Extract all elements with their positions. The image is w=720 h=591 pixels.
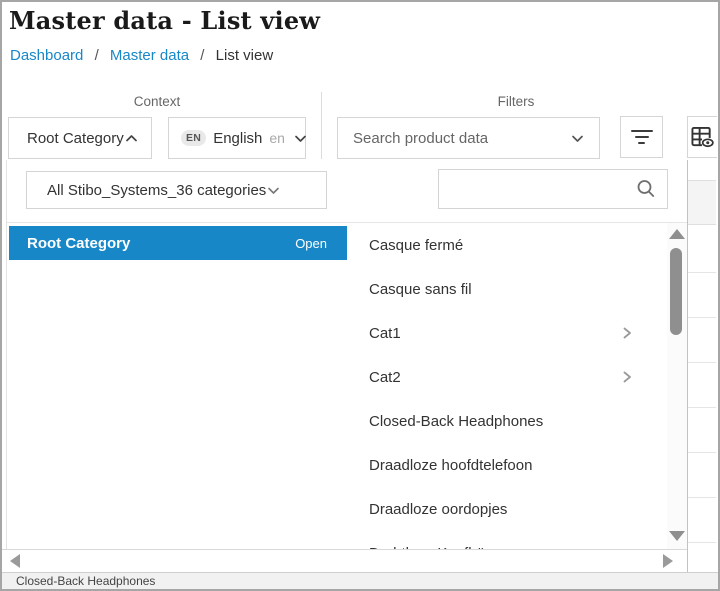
toolbar-divider bbox=[321, 92, 322, 159]
product-search-selector[interactable]: Search product data bbox=[337, 117, 600, 159]
category-search-box bbox=[438, 169, 668, 209]
vertical-scrollbar[interactable] bbox=[667, 223, 688, 549]
breadcrumb: Dashboard / Master data / List view bbox=[10, 47, 273, 64]
category-list-item[interactable]: Cat1 bbox=[348, 311, 668, 355]
category-item-label: Draadloze oordopjes bbox=[369, 501, 656, 518]
horizontal-scrollbar[interactable] bbox=[2, 549, 687, 572]
selected-category-label: Root Category bbox=[27, 235, 295, 252]
context-group-label: Context bbox=[8, 94, 306, 109]
breadcrumb-link-master-data[interactable]: Master data bbox=[110, 47, 189, 64]
column-visibility-button[interactable] bbox=[687, 116, 717, 158]
category-item-label: Draadloze hoofdtelefoon bbox=[369, 457, 656, 474]
category-list-item[interactable]: Casque sans fil bbox=[348, 267, 668, 311]
category-picker-panel: All Stibo_Systems_36 categories Root Cat… bbox=[6, 160, 687, 549]
category-list-item[interactable]: Draadloze hoofdtelefoon bbox=[348, 443, 668, 487]
category-item-label: Casque sans fil bbox=[369, 281, 656, 298]
column-visibility-icon bbox=[691, 126, 714, 149]
breadcrumb-current: List view bbox=[216, 47, 274, 64]
category-list-item[interactable]: Drahtlose Kopfhörer bbox=[348, 531, 668, 549]
scroll-right-button[interactable] bbox=[663, 554, 673, 568]
chevron-right-icon[interactable] bbox=[620, 370, 634, 384]
category-list-item[interactable]: Casque fermé bbox=[348, 223, 668, 267]
breadcrumb-link-dashboard[interactable]: Dashboard bbox=[10, 47, 83, 64]
filters-group-label: Filters bbox=[337, 94, 695, 109]
scroll-left-button[interactable] bbox=[10, 554, 20, 568]
status-text: Closed-Back Headphones bbox=[2, 574, 155, 588]
category-item-label: Cat1 bbox=[369, 325, 620, 342]
breadcrumb-separator: / bbox=[193, 47, 211, 64]
scroll-up-button[interactable] bbox=[669, 229, 685, 239]
language-name: English bbox=[213, 130, 262, 147]
category-scope-select[interactable]: All Stibo_Systems_36 categories bbox=[26, 171, 327, 209]
context-selector[interactable]: Root Category bbox=[8, 117, 152, 159]
category-item-label: Closed-Back Headphones bbox=[369, 413, 656, 430]
category-list: Casque fermé Casque sans fil Cat1 Cat2 C… bbox=[348, 223, 668, 549]
chevron-up-icon bbox=[124, 131, 139, 146]
background-table-header bbox=[688, 180, 716, 225]
panel-right-edge bbox=[687, 160, 688, 572]
category-item-label: Cat2 bbox=[369, 369, 620, 386]
scroll-down-button[interactable] bbox=[669, 531, 685, 541]
category-item-label: Casque fermé bbox=[369, 237, 656, 254]
category-list-item[interactable]: Draadloze oordopjes bbox=[348, 487, 668, 531]
selected-category-row[interactable]: Root Category Open bbox=[9, 226, 347, 260]
search-icon bbox=[635, 178, 657, 200]
category-list-item[interactable]: Closed-Back Headphones bbox=[348, 399, 668, 443]
page-title: Master data - List view bbox=[9, 6, 320, 35]
language-code: en bbox=[269, 130, 285, 146]
language-selector[interactable]: EN English en bbox=[168, 117, 306, 159]
chevron-right-icon[interactable] bbox=[620, 326, 634, 340]
category-scope-value: All Stibo_Systems_36 categories bbox=[47, 182, 266, 199]
breadcrumb-separator: / bbox=[88, 47, 106, 64]
product-search-placeholder: Search product data bbox=[353, 130, 570, 147]
open-action-label[interactable]: Open bbox=[295, 236, 327, 251]
category-search-input[interactable] bbox=[449, 181, 635, 198]
context-selector-value: Root Category bbox=[27, 130, 124, 147]
category-list-item[interactable]: Cat2 bbox=[348, 355, 668, 399]
chevron-down-icon bbox=[570, 131, 585, 146]
chevron-down-icon bbox=[293, 131, 308, 146]
language-badge: EN bbox=[181, 130, 206, 146]
background-table-strip bbox=[688, 160, 716, 572]
filter-button[interactable] bbox=[620, 116, 663, 158]
filter-icon bbox=[631, 130, 653, 144]
status-bar: Closed-Back Headphones bbox=[2, 572, 718, 589]
scroll-thumb[interactable] bbox=[670, 248, 682, 335]
master-data-list-view-page: Master data - List view Dashboard / Mast… bbox=[0, 0, 720, 591]
chevron-down-icon bbox=[266, 183, 281, 198]
